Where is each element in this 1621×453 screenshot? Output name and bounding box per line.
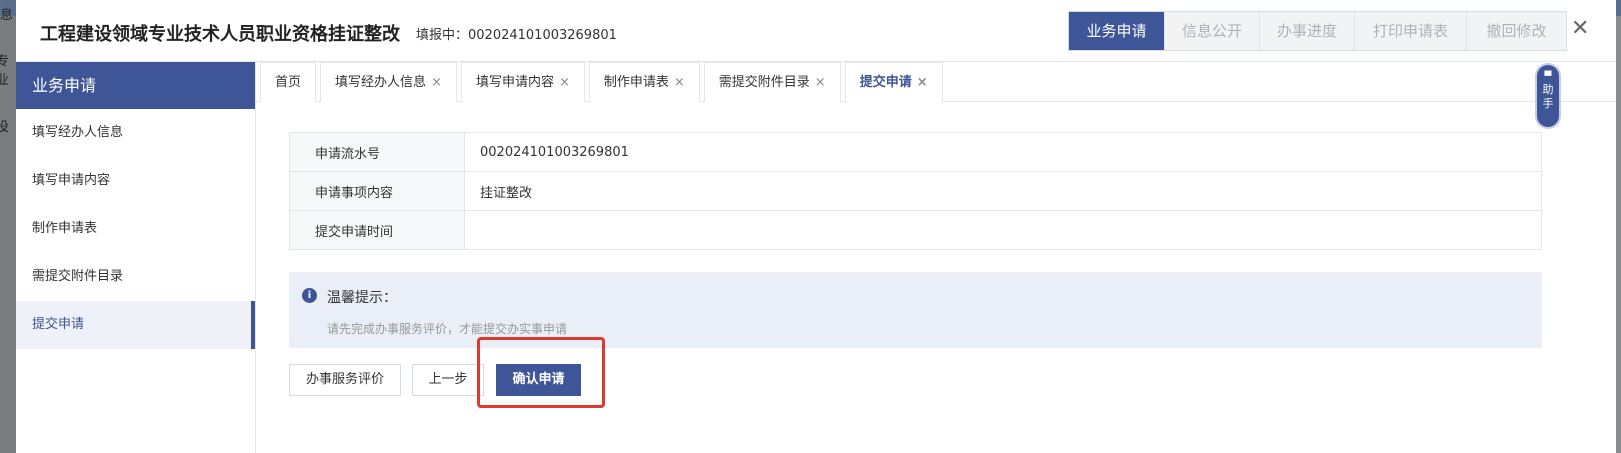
row-label: 申请事项内容 bbox=[289, 171, 465, 211]
close-icon[interactable]: × bbox=[674, 75, 685, 90]
background-page-left: 息 专业 没 bbox=[0, 8, 16, 453]
service-evaluation-button[interactable]: 办事服务评价 bbox=[289, 364, 401, 396]
sidebar-item-submit[interactable]: 提交申请 bbox=[16, 301, 255, 349]
background-page-right bbox=[1616, 16, 1621, 453]
close-icon[interactable]: × bbox=[431, 75, 442, 90]
sidebar-item-handler-info[interactable]: 填写经办人信息 bbox=[16, 109, 255, 157]
background-fragment: 专业 bbox=[0, 54, 10, 88]
row-label: 申请流水号 bbox=[289, 132, 465, 172]
top-tab-business-apply[interactable]: 业务申请 bbox=[1069, 12, 1164, 50]
background-fragment: 息 bbox=[0, 8, 14, 23]
page-title: 工程建设领域专业技术人员职业资格挂证整改 bbox=[40, 24, 400, 45]
modal-header: 工程建设领域专业技术人员职业资格挂证整改 填报中：002024101003269… bbox=[16, 0, 1616, 62]
info-icon: i bbox=[302, 288, 317, 303]
sidebar-title: 业务申请 bbox=[16, 62, 255, 109]
main-content: 首页 填写经办人信息 × 填写申请内容 × 制作申请表 × 需提交附件目录 × 提交申请… bbox=[256, 62, 1616, 453]
close-icon[interactable]: ✕ bbox=[1571, 16, 1589, 41]
assistant-button[interactable]: ▀ 助 手 bbox=[1537, 65, 1559, 127]
tab-handler-info[interactable]: 填写经办人信息 × bbox=[320, 62, 457, 102]
top-tab-print-form[interactable]: 打印申请表 bbox=[1354, 12, 1466, 50]
row-label: 提交申请时间 bbox=[289, 210, 465, 250]
application-info-table: 申请流水号 002024101003269801 申请事项内容 挂证整改 提交申… bbox=[289, 132, 1542, 250]
tab-submit[interactable]: 提交申请 × bbox=[844, 62, 943, 103]
tab-make-form[interactable]: 制作申请表 × bbox=[588, 62, 700, 102]
sidebar-item-make-form[interactable]: 制作申请表 bbox=[16, 205, 255, 253]
top-tab-withdraw[interactable]: 撤回修改 bbox=[1466, 12, 1566, 50]
close-icon[interactable]: × bbox=[559, 75, 570, 90]
top-tab-group: 业务申请 信息公开 办事进度 打印申请表 撤回修改 bbox=[1068, 11, 1567, 51]
highlight-box bbox=[477, 337, 605, 408]
tab-label: 制作申请表 bbox=[603, 75, 669, 90]
serial-number-label: 填报中：002024101003269801 bbox=[416, 28, 617, 43]
tab-application-content[interactable]: 填写申请内容 × bbox=[460, 62, 585, 102]
tab-label: 填写申请内容 bbox=[475, 75, 554, 90]
close-icon[interactable]: × bbox=[815, 75, 826, 90]
application-modal: 工程建设领域专业技术人员职业资格挂证整改 填报中：002024101003269… bbox=[16, 0, 1616, 453]
table-row: 提交申请时间 bbox=[289, 210, 1542, 250]
row-value: 002024101003269801 bbox=[464, 132, 1542, 172]
notice-title: 温馨提示： bbox=[327, 290, 397, 306]
previous-step-button[interactable]: 上一步 bbox=[412, 364, 484, 396]
tab-label: 首页 bbox=[275, 75, 302, 90]
sidebar: 业务申请 填写经办人信息 填写申请内容 制作申请表 需提交附件目录 提交申请 bbox=[16, 62, 256, 453]
tab-home[interactable]: 首页 bbox=[260, 62, 317, 102]
close-icon[interactable]: × bbox=[917, 75, 928, 90]
tab-label: 提交申请 bbox=[859, 75, 912, 90]
assistant-label: 手 bbox=[1542, 97, 1554, 110]
chat-icon: ▀ bbox=[1544, 72, 1552, 82]
table-row: 申请事项内容 挂证整改 bbox=[289, 171, 1542, 211]
top-tab-info-public[interactable]: 信息公开 bbox=[1164, 12, 1259, 50]
notice-description: 请先完成办事服务评价，才能提交办实事申请 bbox=[327, 322, 568, 336]
notice-box: i 温馨提示： 请先完成办事服务评价，才能提交办实事申请 bbox=[289, 272, 1542, 348]
tab-label: 需提交附件目录 bbox=[718, 75, 810, 90]
assistant-label: 助 bbox=[1542, 83, 1554, 96]
top-tab-progress[interactable]: 办事进度 bbox=[1259, 12, 1354, 50]
row-value bbox=[465, 211, 1542, 250]
tab-label: 填写经办人信息 bbox=[335, 75, 427, 90]
sidebar-item-attachments[interactable]: 需提交附件目录 bbox=[16, 253, 255, 301]
tab-attachments[interactable]: 需提交附件目录 × bbox=[703, 62, 841, 102]
row-value: 挂证整改 bbox=[464, 171, 1542, 211]
sidebar-item-application-content[interactable]: 填写申请内容 bbox=[16, 157, 255, 205]
tab-bar: 首页 填写经办人信息 × 填写申请内容 × 制作申请表 × 需提交附件目录 × 提交申请… bbox=[256, 62, 1616, 103]
background-fragment: 没 bbox=[0, 120, 10, 135]
table-row: 申请流水号 002024101003269801 bbox=[289, 132, 1542, 172]
